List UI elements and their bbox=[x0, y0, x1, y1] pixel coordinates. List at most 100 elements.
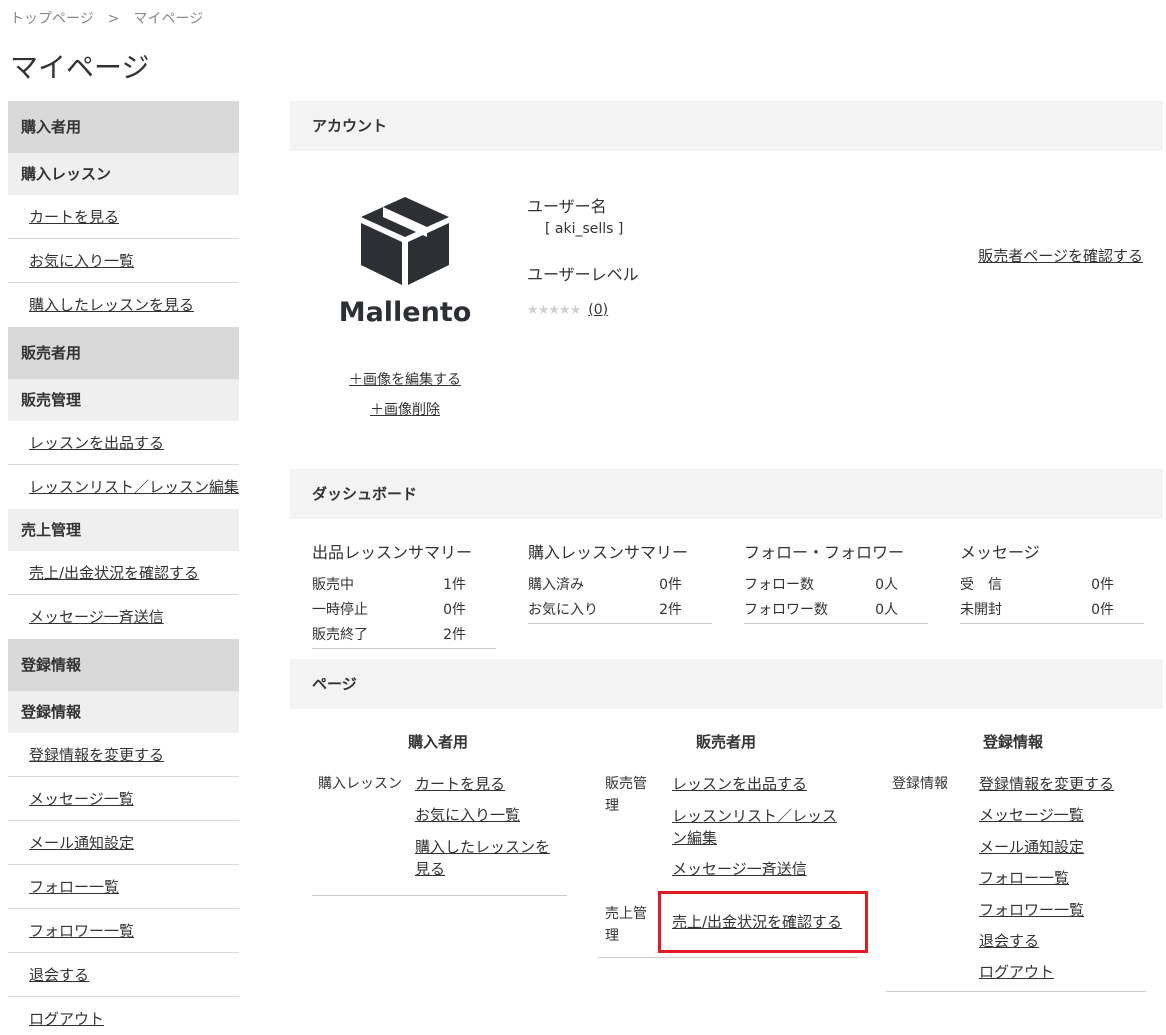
row-label: 購入済み bbox=[528, 577, 584, 593]
sidebar-item-following[interactable]: フォロー一覧 bbox=[8, 865, 239, 909]
pages-link-change-info[interactable]: 登録情報を変更する bbox=[979, 775, 1114, 793]
pages-link-mail-settings-item[interactable]: メール通知設定 bbox=[979, 836, 1084, 858]
sidebar-link-broadcast[interactable]: メッセージ一斉送信 bbox=[29, 608, 164, 626]
sidebar-link-cart[interactable]: カートを見る bbox=[29, 208, 119, 226]
sidebar-item-broadcast[interactable]: メッセージ一斉送信 bbox=[8, 595, 239, 639]
pages-link-followers-item[interactable]: フォロワー一覧 bbox=[979, 899, 1084, 921]
sidebar-link-revenue[interactable]: 売上/出金状況を確認する bbox=[29, 564, 199, 582]
pages-panel: 購入者用 購入レッスン カートを見る お気に入り一覧 購入したレッスンを見る 販… bbox=[290, 709, 1163, 1009]
edit-image-link[interactable]: ＋画像を編集する bbox=[349, 372, 461, 388]
sidebar-item-withdraw[interactable]: 退会する bbox=[8, 953, 239, 997]
sidebar-link-messages[interactable]: メッセージ一覧 bbox=[29, 790, 134, 808]
sidebar-link-lesson-edit[interactable]: レッスンリスト／レッスン編集 bbox=[29, 478, 239, 496]
pages-registration-title: 登録情報 bbox=[983, 733, 1044, 751]
pages-link-messages[interactable]: メッセージ一覧 bbox=[979, 806, 1084, 824]
dashboard-follow-summary: フォロー・フォロワー フォロー数 0人 フォロワー数 0人 bbox=[744, 539, 928, 624]
row-value: 1件 bbox=[443, 577, 466, 593]
sidebar-link-followers[interactable]: フォロワー一覧 bbox=[29, 922, 134, 940]
pages-link-lesson-edit[interactable]: レッスンリスト／レッスン編集 bbox=[672, 807, 837, 847]
sidebar-link-mail-settings[interactable]: メール通知設定 bbox=[29, 834, 134, 852]
sidebar-link-favorites[interactable]: お気に入り一覧 bbox=[29, 252, 134, 270]
pages-buyer-group: 購入レッスン bbox=[318, 776, 402, 792]
listed-summary-title: 出品レッスンサマリー bbox=[312, 543, 473, 562]
sidebar-link-change-info[interactable]: 登録情報を変更する bbox=[29, 746, 164, 764]
pages-seller-group-sales: 販売管理 bbox=[605, 776, 647, 814]
pages-buyer-title: 購入者用 bbox=[408, 733, 469, 751]
seller-page-link[interactable]: 販売者ページを確認する bbox=[978, 245, 1143, 266]
sidebar-link-list-lesson[interactable]: レッスンを出品する bbox=[29, 434, 164, 452]
mallento-logo: Mallento bbox=[330, 195, 480, 328]
divider bbox=[744, 623, 928, 624]
pages-link-favorites-item[interactable]: お気に入り一覧 bbox=[415, 804, 520, 826]
dashboard-row: 受 信 0件 bbox=[960, 573, 1144, 598]
row-value: 0人 bbox=[875, 577, 898, 593]
row-value: 0件 bbox=[1091, 602, 1114, 618]
pages-link-withdraw-item[interactable]: 退会する bbox=[979, 930, 1039, 952]
pages-link-cart[interactable]: カートを見る bbox=[415, 775, 505, 793]
pages-link-following[interactable]: フォロー一覧 bbox=[979, 869, 1069, 887]
sidebar-group-registration: 登録情報 bbox=[8, 691, 239, 733]
highlight-box bbox=[658, 891, 868, 953]
breadcrumb-current: マイページ bbox=[133, 11, 204, 27]
pages-link-logout-item[interactable]: ログアウト bbox=[979, 961, 1054, 983]
pages-link-followers[interactable]: フォロワー一覧 bbox=[979, 901, 1084, 919]
row-label: 販売終了 bbox=[312, 627, 368, 643]
divider bbox=[312, 895, 567, 896]
sidebar-item-logout[interactable]: ログアウト bbox=[8, 997, 239, 1035]
divider bbox=[528, 623, 712, 624]
pages-heading: ページ bbox=[290, 659, 1163, 709]
pages-link-withdraw[interactable]: 退会する bbox=[979, 932, 1039, 950]
user-rating: ★★★★★ (0) bbox=[527, 299, 639, 318]
sidebar-item-followers[interactable]: フォロワー一覧 bbox=[8, 909, 239, 953]
row-value: 0人 bbox=[875, 602, 898, 618]
row-label: 未開封 bbox=[960, 602, 1002, 618]
pages-seller-group-revenue: 売上管理 bbox=[605, 906, 647, 944]
pages-link-purchased-item[interactable]: 購入したレッスンを見る bbox=[415, 836, 555, 880]
pages-link-favorites[interactable]: お気に入り一覧 bbox=[415, 806, 520, 824]
sidebar-item-cart[interactable]: カートを見る bbox=[8, 195, 239, 239]
pages-link-messages-item[interactable]: メッセージ一覧 bbox=[979, 804, 1084, 826]
sidebar-item-list-lesson[interactable]: レッスンを出品する bbox=[8, 421, 239, 465]
pages-link-lesson-edit-item[interactable]: レッスンリスト／レッスン編集 bbox=[672, 805, 844, 849]
sidebar-item-messages[interactable]: メッセージ一覧 bbox=[8, 777, 239, 821]
sidebar-item-change-info[interactable]: 登録情報を変更する bbox=[8, 733, 239, 777]
pages-link-following-item[interactable]: フォロー一覧 bbox=[979, 867, 1069, 889]
pages-link-cart-item[interactable]: カートを見る bbox=[415, 773, 505, 795]
pages-link-broadcast[interactable]: メッセージ一斉送信 bbox=[672, 860, 807, 878]
sidebar-link-following[interactable]: フォロー一覧 bbox=[29, 878, 119, 896]
divider bbox=[886, 991, 1146, 992]
pages-link-list-lesson[interactable]: レッスンを出品する bbox=[672, 775, 807, 793]
main-content: アカウント Mallento ＋画像を編集する ＋画像削除 ユーザー名 [ ak… bbox=[290, 101, 1163, 1009]
messages-summary-title: メッセージ bbox=[960, 543, 1040, 562]
logo-text: Mallento bbox=[338, 297, 472, 328]
dashboard-row: 未開封 0件 bbox=[960, 598, 1144, 623]
sidebar: 購入者用 購入レッスン カートを見る お気に入り一覧 購入したレッスンを見る 販… bbox=[8, 101, 239, 1035]
row-value: 0件 bbox=[443, 602, 466, 618]
delete-image-link[interactable]: ＋画像削除 bbox=[370, 402, 440, 418]
rating-count-link[interactable]: (0) bbox=[588, 302, 608, 318]
pages-link-change-info-item[interactable]: 登録情報を変更する bbox=[979, 773, 1114, 795]
pages-link-logout[interactable]: ログアウト bbox=[979, 963, 1054, 981]
pages-registration-group: 登録情報 bbox=[892, 776, 948, 792]
sidebar-link-purchased[interactable]: 購入したレッスンを見る bbox=[29, 296, 194, 314]
sidebar-item-purchased[interactable]: 購入したレッスンを見る bbox=[8, 283, 239, 327]
breadcrumb-home-link[interactable]: トップページ bbox=[10, 11, 94, 27]
sidebar-item-mail-settings[interactable]: メール通知設定 bbox=[8, 821, 239, 865]
row-label: フォロワー数 bbox=[744, 602, 828, 618]
dashboard-purchased-summary: 購入レッスンサマリー 購入済み 0件 お気に入り 2件 bbox=[528, 539, 712, 624]
pages-link-mail-settings[interactable]: メール通知設定 bbox=[979, 838, 1084, 856]
sidebar-link-withdraw[interactable]: 退会する bbox=[29, 966, 89, 984]
sidebar-link-logout[interactable]: ログアウト bbox=[29, 1010, 104, 1028]
row-value: 2件 bbox=[659, 602, 682, 618]
dashboard-heading: ダッシュボード bbox=[290, 469, 1163, 519]
row-label: 一時停止 bbox=[312, 602, 368, 618]
sidebar-section-seller: 販売者用 bbox=[8, 327, 239, 379]
sidebar-item-lesson-edit[interactable]: レッスンリスト／レッスン編集 bbox=[8, 465, 239, 509]
sidebar-item-favorites[interactable]: お気に入り一覧 bbox=[8, 239, 239, 283]
follow-summary-title: フォロー・フォロワー bbox=[744, 543, 905, 562]
rating-stars: ★★★★★ bbox=[527, 303, 581, 318]
sidebar-item-revenue[interactable]: 売上/出金状況を確認する bbox=[8, 551, 239, 595]
pages-link-broadcast-item[interactable]: メッセージ一斉送信 bbox=[672, 858, 807, 880]
pages-link-list-lesson-item[interactable]: レッスンを出品する bbox=[672, 773, 807, 795]
pages-link-purchased[interactable]: 購入したレッスンを見る bbox=[415, 838, 550, 878]
